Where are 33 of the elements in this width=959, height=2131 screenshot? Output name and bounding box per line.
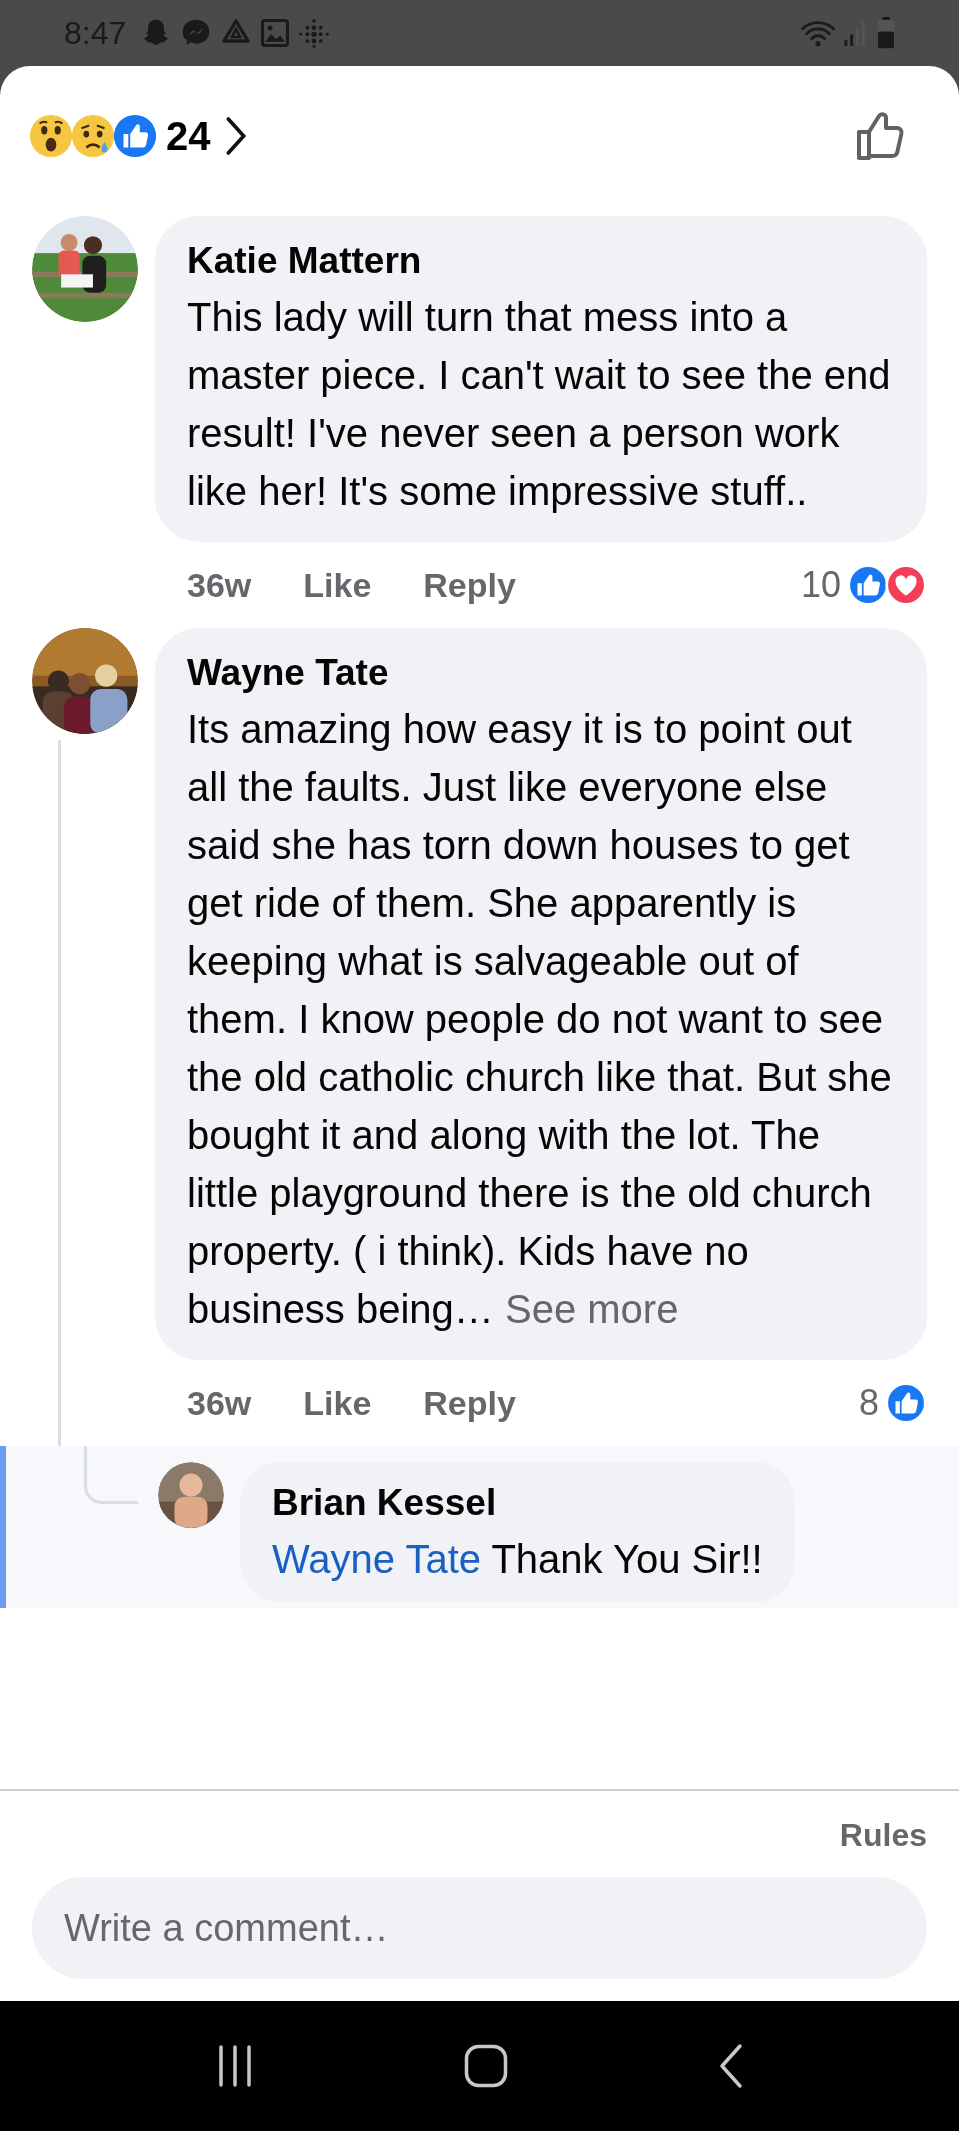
comment-input-field[interactable]: Write a comment…	[32, 1877, 927, 1979]
reactions-summary-button[interactable]: 24	[28, 106, 247, 166]
home-icon[interactable]	[464, 2044, 509, 2088]
comment-text: This lady will turn that mess into a master piece. I can't wait to see the end result! I've never seen a person work like her! It's some impressive stuff..	[187, 294, 892, 515]
reply-text: Wayne Tate Thank You Sir!!	[272, 1536, 763, 1583]
comment-action-link[interactable]: Reply	[423, 1377, 516, 1429]
comment-time: 36w	[187, 1382, 252, 1424]
dots-icon	[298, 17, 331, 49]
thread-connector	[84, 1446, 138, 1504]
comment-text: Its amazing how easy it is to point out all the faults. Just like everyone else said she has torn down houses to get get ride of them. She apparently is keeping what is salvageable out of them. I know people do not want to see the old catholic church like that. But she bought it and along with the lot. The little playground there is the old church property. ( i think). Kids have no business being… See more	[187, 706, 893, 1333]
comment-action-link[interactable]: Like	[303, 559, 372, 611]
sad-emoji-icon	[70, 113, 116, 159]
reaction-count: 8	[858, 1381, 879, 1425]
chevron-right-icon	[224, 116, 247, 156]
comment-author[interactable]: Wayne Tate	[187, 646, 895, 700]
comment-action-link[interactable]: Like	[303, 1377, 372, 1429]
battery-icon	[877, 17, 895, 49]
thumbs-up-reaction-icon	[847, 564, 889, 606]
heart-reaction-icon	[885, 564, 927, 606]
comment-time: 36w	[187, 564, 252, 606]
rules-link[interactable]: Rules	[839, 1811, 927, 1859]
surprised-emoji-icon	[28, 113, 74, 159]
back-icon[interactable]	[718, 2043, 745, 2089]
image-icon	[260, 18, 291, 48]
comment-action-link[interactable]: Reply	[423, 559, 516, 611]
reaction-count: 10	[800, 563, 841, 607]
see-more-link[interactable]: See more	[505, 1287, 679, 1331]
mention-link[interactable]: Wayne Tate	[272, 1537, 481, 1581]
thumbs-up-reaction-icon	[112, 113, 158, 159]
reply-author[interactable]: Brian Kessel	[272, 1476, 763, 1530]
wifi-icon	[801, 18, 835, 48]
thumbs-up-reaction-icon	[885, 1382, 927, 1424]
comment-author[interactable]: Katie Mattern	[187, 234, 895, 288]
